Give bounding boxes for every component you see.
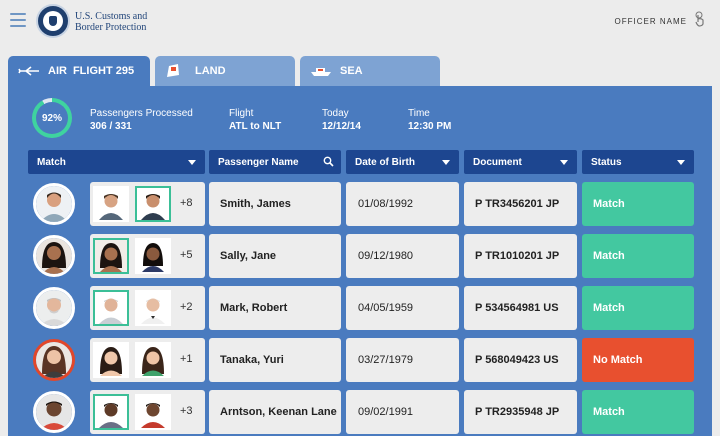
passenger-name: Mark, Robert (209, 286, 341, 330)
today-value: 12/12/14 (322, 121, 361, 132)
document-number: P TR2935948 JP (464, 390, 577, 434)
chevron-down-icon (442, 160, 450, 165)
match-candidates: +2 (90, 286, 205, 330)
chevron-down-icon (188, 160, 196, 165)
passengers-processed: Passengers Processed 306 / 331 (90, 107, 193, 133)
status-badge[interactable]: Match (582, 234, 694, 278)
match-candidates: +8 (90, 182, 205, 226)
progress-percent: 92% (36, 102, 68, 134)
document-number: P 568049423 US (464, 338, 577, 382)
touch-icon[interactable] (693, 11, 707, 27)
truck-icon (165, 64, 187, 78)
agency-name-line2: Border Protection (75, 22, 147, 33)
passenger-name: Sally, Jane (209, 234, 341, 278)
passenger-photo[interactable] (33, 183, 75, 225)
tab-sea-label: SEA (340, 65, 363, 77)
tab-sea[interactable]: SEA (300, 56, 440, 86)
table-row[interactable]: +8 Smith, James 01/08/1992 P TR3456201 J… (8, 182, 712, 226)
candidate-photo[interactable] (93, 186, 129, 222)
column-match[interactable]: Match (28, 150, 205, 174)
plane-icon (18, 64, 40, 78)
more-candidates-count[interactable]: +2 (180, 301, 193, 313)
agency-name: U.S. Customs and Border Protection (75, 11, 147, 33)
today-info: Today 12/12/14 (322, 107, 361, 133)
tab-land[interactable]: LAND (155, 56, 295, 86)
table-row[interactable]: +3 Arntson, Keenan Lane 09/02/1991 P TR2… (8, 390, 712, 434)
column-match-label: Match (37, 156, 66, 168)
status-badge[interactable]: Match (582, 182, 694, 226)
tab-land-label: LAND (195, 65, 226, 77)
chevron-down-icon (677, 160, 685, 165)
candidate-photo-selected[interactable] (93, 394, 129, 430)
table-row[interactable]: +2 Mark, Robert 04/05/1959 P 534564981 U… (8, 286, 712, 330)
status-badge[interactable]: Match (582, 286, 694, 330)
time-label: Time (408, 108, 430, 119)
chevron-down-icon (560, 160, 568, 165)
passenger-name: Smith, James (209, 182, 341, 226)
time-info: Time 12:30 PM (408, 107, 451, 133)
officer-name[interactable]: OFFICER NAME (615, 17, 687, 26)
date-of-birth: 03/27/1979 (346, 338, 459, 382)
table-row[interactable]: +1 Tanaka, Yuri 03/27/1979 P 568049423 U… (8, 338, 712, 382)
candidate-photo-selected[interactable] (135, 186, 171, 222)
flight-info: Flight ATL to NLT (229, 107, 281, 133)
column-dob-label: Date of Birth (355, 156, 415, 168)
column-status-label: Status (591, 156, 622, 168)
passenger-photo[interactable] (33, 235, 75, 277)
more-candidates-count[interactable]: +8 (180, 197, 193, 209)
more-candidates-count[interactable]: +1 (180, 353, 193, 365)
column-date-of-birth[interactable]: Date of Birth (346, 150, 459, 174)
column-status[interactable]: Status (582, 150, 694, 174)
document-number: P TR3456201 JP (464, 182, 577, 226)
candidate-photo-selected[interactable] (93, 290, 129, 326)
status-badge[interactable]: Match (582, 390, 694, 434)
date-of-birth: 09/02/1991 (346, 390, 459, 434)
match-candidates: +3 (90, 390, 205, 434)
table-row[interactable]: +5 Sally, Jane 09/12/1980 P TR1010201 JP… (8, 234, 712, 278)
more-candidates-count[interactable]: +3 (180, 405, 193, 417)
today-label: Today (322, 108, 349, 119)
agency-name-line1: U.S. Customs and (75, 11, 148, 22)
date-of-birth: 09/12/1980 (346, 234, 459, 278)
date-of-birth: 01/08/1992 (346, 182, 459, 226)
passenger-photo[interactable] (33, 339, 75, 381)
passenger-photo[interactable] (33, 391, 75, 433)
candidate-photo-selected[interactable] (93, 238, 129, 274)
tab-air-flight: FLIGHT 295 (72, 65, 135, 77)
passenger-photo[interactable] (33, 287, 75, 329)
ship-icon (310, 64, 332, 78)
progress-ring: 92% (32, 98, 72, 138)
processed-value: 306 / 331 (90, 121, 132, 132)
match-candidates: +1 (90, 338, 205, 382)
candidate-photo[interactable] (135, 342, 171, 378)
column-passenger-name[interactable]: Passenger Name (209, 150, 341, 174)
flight-label: Flight (229, 108, 254, 119)
top-bar: U.S. Customs and Border Protection OFFIC… (0, 0, 720, 50)
passenger-name: Arntson, Keenan Lane (209, 390, 341, 434)
flight-value: ATL to NLT (229, 121, 282, 132)
document-number: P 534564981 US (464, 286, 577, 330)
processed-label: Passengers Processed (90, 108, 193, 119)
tab-air[interactable]: AIR FLIGHT 295 (8, 56, 150, 86)
column-document[interactable]: Document (464, 150, 577, 174)
candidate-photo[interactable] (93, 342, 129, 378)
candidate-photo[interactable] (135, 290, 171, 326)
candidate-photo[interactable] (135, 394, 171, 430)
column-document-label: Document (473, 156, 522, 168)
date-of-birth: 04/05/1959 (346, 286, 459, 330)
document-number: P TR1010201 JP (464, 234, 577, 278)
time-value: 12:30 PM (408, 121, 452, 132)
status-badge[interactable]: No Match (582, 338, 694, 382)
cbp-seal-logo (36, 4, 70, 38)
menu-icon[interactable] (10, 13, 26, 27)
passenger-name: Tanaka, Yuri (209, 338, 341, 382)
more-candidates-count[interactable]: +5 (180, 249, 193, 261)
flight-panel: 92% Passengers Processed 306 / 331 Fligh… (8, 86, 712, 436)
match-candidates: +5 (90, 234, 205, 278)
search-icon[interactable] (323, 156, 334, 167)
column-name-label: Passenger Name (218, 156, 299, 168)
candidate-photo[interactable] (135, 238, 171, 274)
tab-air-label: AIR (48, 65, 67, 77)
